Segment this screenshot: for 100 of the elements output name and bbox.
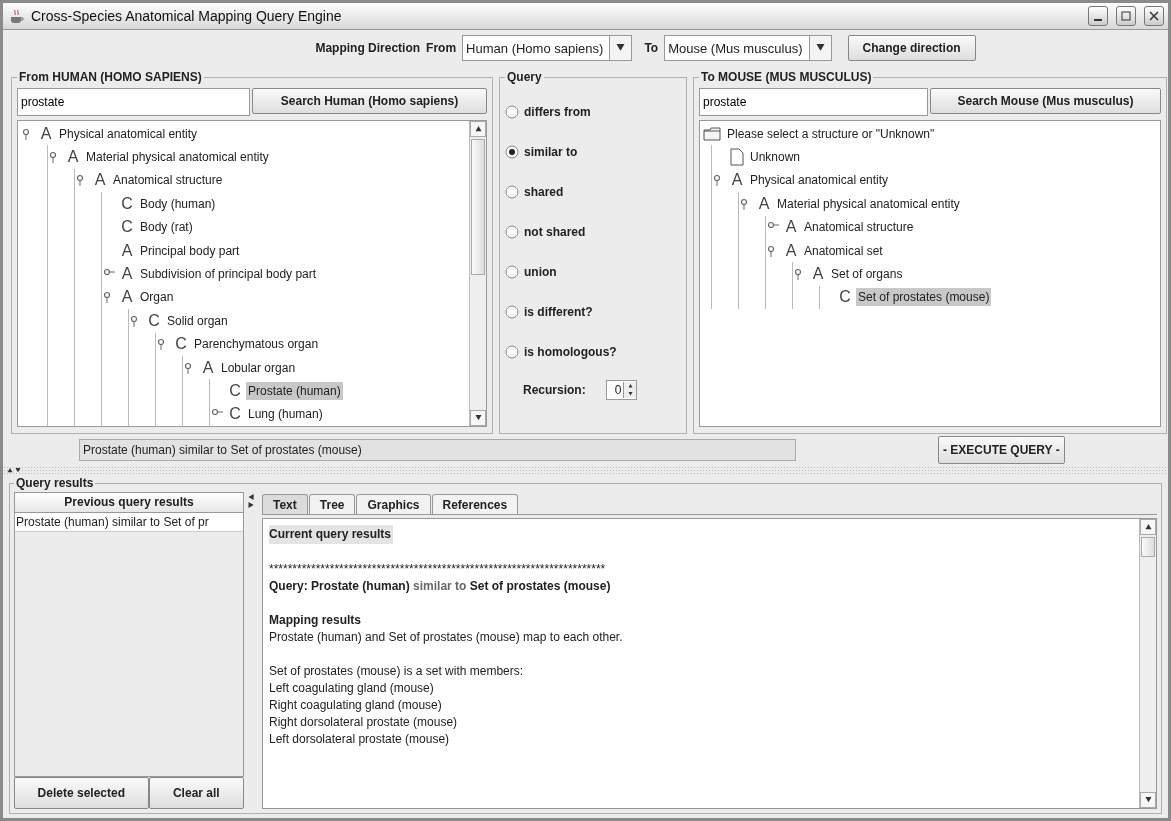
tree-item[interactable]: Material physical anatomical entity — [84, 148, 271, 167]
radio-button[interactable] — [505, 305, 519, 319]
scroll-down-button[interactable] — [1140, 792, 1156, 808]
result-text: Right coagulating gland (mouse) — [269, 697, 443, 714]
panel-title: Query results — [15, 476, 95, 490]
execute-query-button[interactable]: - EXECUTE QUERY - — [938, 436, 1065, 464]
tree-item[interactable]: Please select a structure or "Unknown" — [725, 124, 937, 143]
tree-item[interactable]: Lung (human) — [246, 405, 325, 424]
scroll-down-button[interactable] — [470, 410, 486, 426]
scroll-up-button[interactable] — [1140, 519, 1156, 535]
result-text: Left dorsolateral prostate (mouse) — [269, 731, 451, 748]
type-letter: A — [120, 265, 134, 284]
to-label: To — [644, 41, 659, 55]
tab[interactable]: Graphics — [356, 494, 431, 514]
from-species-dropdown[interactable]: Human (Homo sapiens) — [462, 35, 633, 61]
search-field[interactable]: prostate — [17, 88, 250, 116]
radio-button[interactable] — [505, 265, 519, 279]
close-icon — [1149, 11, 1159, 21]
tab[interactable]: Tree — [308, 494, 356, 514]
type-letter: C — [174, 335, 188, 354]
tree-item[interactable]: Body (human) — [138, 194, 218, 213]
tree-item[interactable]: Material physical anatomical entity — [775, 194, 962, 213]
delete-selected-button[interactable]: Delete selected — [14, 777, 149, 809]
scroll-thumb[interactable] — [1141, 537, 1155, 557]
type-letter: A — [784, 241, 798, 260]
up-arrow-icon — [7, 467, 13, 473]
search-button[interactable]: Search Mouse (Mus musculus) — [930, 88, 1161, 114]
history-item[interactable]: Prostate (human) similar to Set of pr — [15, 513, 243, 532]
type-letter: A — [730, 171, 744, 190]
radio-button[interactable] — [505, 345, 519, 359]
right-arrow-icon — [248, 502, 255, 508]
radio-button[interactable] — [505, 185, 519, 199]
maximize-icon — [1121, 11, 1131, 21]
tree-item[interactable]: Physical anatomical entity — [57, 124, 200, 143]
radio-button[interactable] — [505, 145, 519, 159]
type-letter: A — [120, 241, 134, 260]
tree-item[interactable]: Physical anatomical entity — [748, 171, 891, 190]
tree-item[interactable]: Body (rat) — [138, 218, 195, 237]
maximize-button[interactable] — [1116, 6, 1136, 26]
radio-label: shared — [524, 185, 564, 199]
type-letter: A — [93, 171, 107, 190]
tree-item[interactable]: Lobular organ — [219, 358, 298, 377]
search-button[interactable]: Search Human (Homo sapiens) — [252, 88, 487, 114]
tree-item[interactable]: Parenchymatous organ — [192, 335, 321, 354]
scrollbar[interactable] — [469, 121, 486, 426]
tree-item[interactable]: Unknown — [748, 148, 803, 167]
change-direction-button[interactable]: Change direction — [847, 35, 976, 61]
type-letter: A — [66, 148, 80, 167]
query-line: Query: Prostate (human) similar to Set of prostates (mouse) — [269, 578, 612, 595]
type-letter: C — [147, 311, 161, 330]
down-arrow-icon — [627, 392, 633, 396]
tab[interactable]: Text — [262, 494, 308, 514]
panel-title: From HUMAN (HOMO SAPIENS) — [18, 70, 203, 84]
tree-item[interactable]: Organ — [138, 288, 176, 307]
result-text: Prostate (human) and Set of prostates (mouse) map to each other. — [269, 629, 624, 646]
radio-label: differs from — [524, 105, 591, 119]
tree-item[interactable]: Anatomical set — [802, 241, 885, 260]
column-header: Previous query results — [15, 493, 243, 513]
type-letter: A — [120, 288, 134, 307]
type-letter: A — [757, 194, 771, 213]
scrollbar[interactable] — [1139, 519, 1156, 808]
radio-button[interactable] — [505, 225, 519, 239]
window-title: Cross-Species Anatomical Mapping Query Engine — [31, 8, 343, 24]
tree-item[interactable]: Set of prostates (mouse) — [856, 288, 992, 307]
radio-label: is homologous? — [524, 345, 617, 359]
result-text: Set of prostates (mouse) is a set with members: — [269, 663, 525, 680]
type-letter: A — [201, 358, 215, 377]
clear-all-button[interactable]: Clear all — [148, 777, 244, 809]
minimize-button[interactable] — [1088, 6, 1108, 26]
tree-item[interactable]: Prostate (human) — [246, 382, 343, 400]
down-arrow-icon — [474, 415, 482, 421]
scroll-up-button[interactable] — [470, 121, 486, 137]
type-letter: A — [39, 124, 53, 143]
up-arrow-icon — [474, 126, 482, 132]
result-text: Left coagulating gland (mouse) — [269, 680, 435, 697]
dropdown-arrow-icon — [815, 44, 825, 52]
tree-item[interactable]: Anatomical structure — [802, 218, 916, 237]
tree-item[interactable]: Subdivision of principal body part — [138, 265, 319, 284]
radio-label: is different? — [524, 305, 593, 319]
type-letter: C — [228, 405, 242, 424]
left-arrow-icon — [248, 494, 255, 500]
radio-button[interactable] — [505, 105, 519, 119]
search-field[interactable]: prostate — [699, 88, 928, 116]
results-heading: Current query results — [269, 525, 394, 544]
tab[interactable]: References — [431, 494, 519, 514]
radio-label: union — [524, 265, 557, 279]
recursion-label: Recursion: — [523, 383, 586, 397]
tree-item[interactable]: Principal body part — [138, 241, 242, 260]
dropdown-arrow-icon — [616, 44, 626, 52]
to-species-dropdown[interactable]: Mouse (Mus musculus) — [664, 35, 832, 61]
tree-item[interactable]: Solid organ — [165, 311, 230, 330]
close-button[interactable] — [1144, 6, 1164, 26]
result-text: Right dorsolateral prostate (mouse) — [269, 714, 459, 731]
from-label: From — [426, 41, 457, 55]
tree-item[interactable]: Set of organs — [829, 265, 905, 284]
recursion-spinner[interactable]: 0 — [605, 380, 638, 400]
coffee-cup-icon — [9, 8, 25, 24]
tree-item[interactable]: Anatomical structure — [111, 171, 225, 190]
folder-icon — [703, 126, 721, 141]
scroll-thumb[interactable] — [471, 139, 485, 275]
